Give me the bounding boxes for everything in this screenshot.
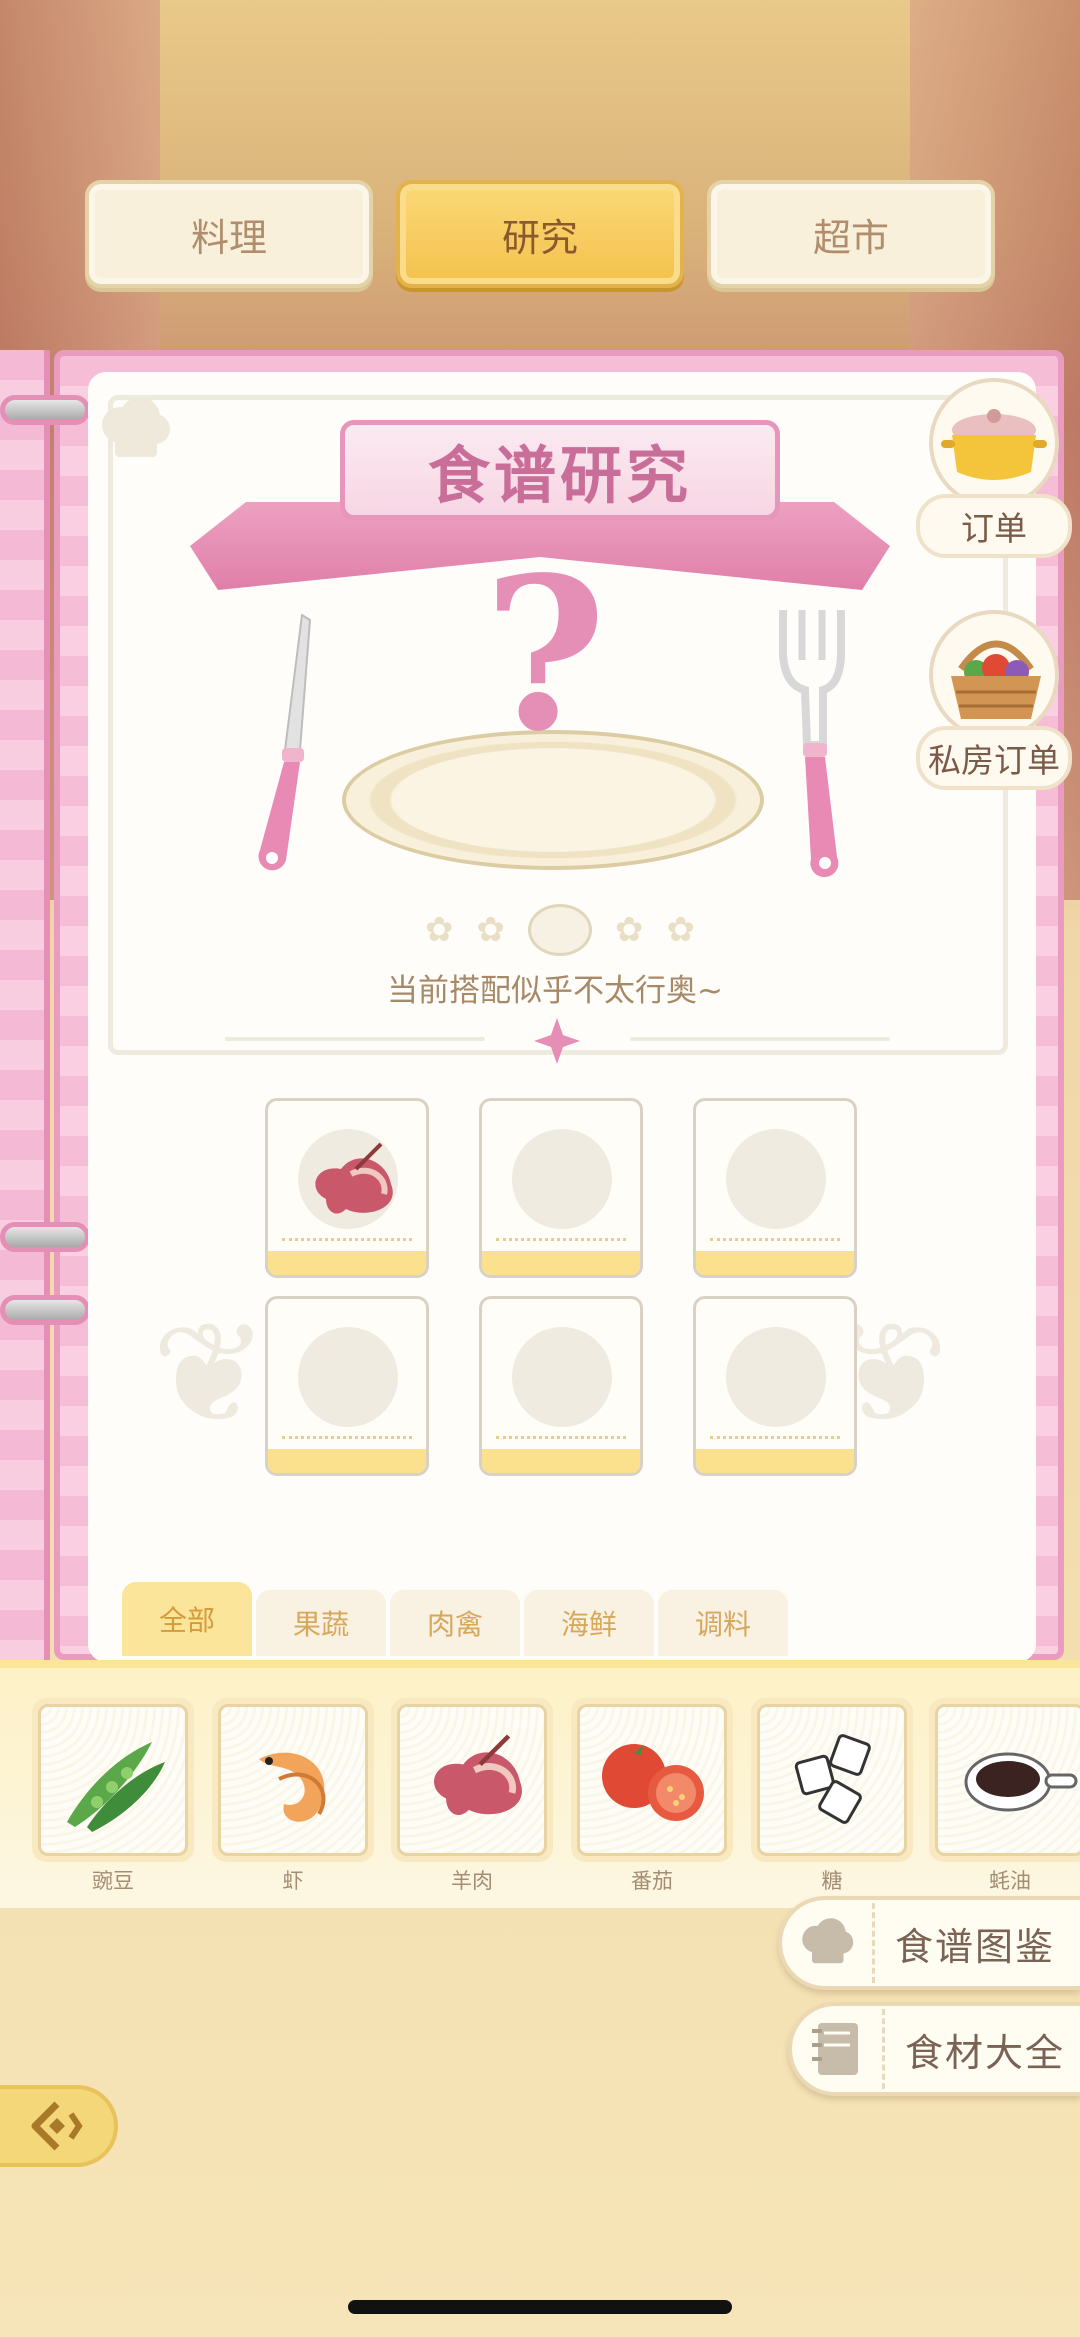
ingredient-slot-2[interactable] <box>479 1098 643 1278</box>
tomato-icon <box>602 1744 704 1821</box>
flower-icon: ✿ <box>666 910 696 950</box>
ingredient-slot-1[interactable] <box>265 1098 429 1278</box>
ingredient-label: 番茄 <box>631 1869 673 1893</box>
page-title: 食谱研究 <box>427 439 692 512</box>
book-back-page <box>0 350 50 1660</box>
mystery-dish-icon: ? <box>483 531 607 778</box>
category-tab-bar: 全部 果蔬 肉禽 海鲜 调料 <box>122 1582 788 1656</box>
order-button[interactable]: 订单 <box>916 378 1072 558</box>
cooking-pot-icon <box>941 409 1047 480</box>
recipe-book-button[interactable]: 食谱图鉴 <box>778 1896 1080 1990</box>
tab-category-seasoning[interactable]: 调料 <box>658 1590 788 1656</box>
tab-research[interactable]: 研究 <box>396 180 684 288</box>
decoration-row: ✿ ✿ ✿ ✿ <box>425 904 696 956</box>
flower-icon: ✿ <box>615 910 644 950</box>
ingredient-book-label: 食材大全 <box>905 2030 1066 2075</box>
chef-hat-icon <box>802 1918 854 1964</box>
tab-supermarket[interactable]: 超市 <box>707 180 995 288</box>
chef-hat-icon <box>102 397 170 457</box>
ingredient-card-oyster-sauce[interactable] <box>929 1698 1080 1862</box>
ingredient-slot-5[interactable] <box>479 1296 643 1476</box>
back-arrow-icon <box>31 2101 83 2151</box>
ingredient-card-shrimp[interactable] <box>212 1698 374 1862</box>
private-order-label: 私房订单 <box>916 726 1072 790</box>
home-indicator[interactable] <box>348 2300 732 2314</box>
sugar-icon <box>794 1734 871 1824</box>
ingredient-label: 虾 <box>282 1869 304 1893</box>
flower-icon: ✿ <box>476 910 506 950</box>
binder-ring <box>0 1222 90 1252</box>
notebook-icon <box>812 2023 858 2075</box>
ingredient-card-peas[interactable] <box>32 1698 194 1862</box>
flower-icon: ✿ <box>425 910 454 950</box>
top-tab-bar: 料理 研究 超市 <box>85 180 995 288</box>
title-banner: 食谱研究 <box>340 420 780 520</box>
tab-category-seafood[interactable]: 海鲜 <box>524 1590 654 1656</box>
binder-ring <box>0 395 90 425</box>
private-order-button[interactable]: 私房订单 <box>916 610 1072 790</box>
tab-category-produce[interactable]: 果蔬 <box>256 1590 386 1656</box>
ingredient-label: 糖 <box>821 1869 843 1893</box>
tab-category-meat[interactable]: 肉禽 <box>390 1590 520 1656</box>
ingredient-card-tomato[interactable] <box>571 1698 733 1862</box>
peas-icon <box>67 1742 165 1832</box>
recipe-book-label: 食谱图鉴 <box>895 1924 1056 1969</box>
ingredient-label: 羊肉 <box>451 1869 493 1893</box>
diamond-star-icon <box>534 1018 580 1064</box>
knife-icon <box>258 613 312 871</box>
research-hint: 当前搭配似乎不太行奥~ <box>387 973 723 1009</box>
lamb-icon <box>434 1734 522 1816</box>
order-label: 订单 <box>916 494 1072 558</box>
tab-category-all[interactable]: 全部 <box>122 1582 252 1656</box>
lamb-icon <box>315 1142 393 1214</box>
ingredient-slot-4[interactable] <box>265 1296 429 1476</box>
ingredient-book-button[interactable]: 食材大全 <box>788 2002 1080 2096</box>
back-button[interactable] <box>0 2085 118 2167</box>
oyster-sauce-icon <box>964 1752 1078 1812</box>
ingredient-card-sugar[interactable] <box>751 1698 913 1862</box>
ingredient-label: 豌豆 <box>92 1869 134 1893</box>
shrimp-icon <box>259 1752 326 1822</box>
ingredient-label: 蚝油 <box>989 1869 1031 1893</box>
basket-icon <box>951 640 1041 719</box>
ingredient-slot-3[interactable] <box>693 1098 857 1278</box>
bear-face-icon <box>528 904 592 956</box>
ingredient-slot-6[interactable] <box>693 1296 857 1476</box>
binder-ring <box>0 1295 90 1325</box>
tab-cooking[interactable]: 料理 <box>85 180 373 288</box>
ingredient-card-lamb[interactable] <box>391 1698 553 1862</box>
laurel-left-icon: ❦ <box>151 1293 269 1456</box>
fork-icon <box>779 610 845 878</box>
